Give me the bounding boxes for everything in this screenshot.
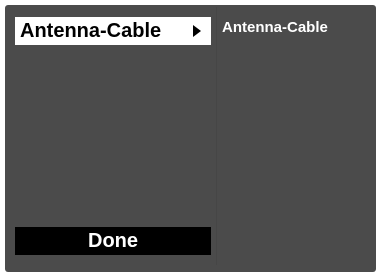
panel-divider	[216, 7, 217, 265]
triangle-right-icon	[193, 25, 201, 37]
menu-item-antenna-cable[interactable]: Antenna-Cable	[15, 17, 211, 45]
tv-settings-screen: Antenna-Cable Antenna-Cable Done	[0, 0, 381, 277]
done-button[interactable]: Done	[15, 227, 211, 255]
current-value-label: Antenna-Cable	[222, 19, 328, 36]
menu-item-label: Antenna-Cable	[20, 20, 162, 42]
